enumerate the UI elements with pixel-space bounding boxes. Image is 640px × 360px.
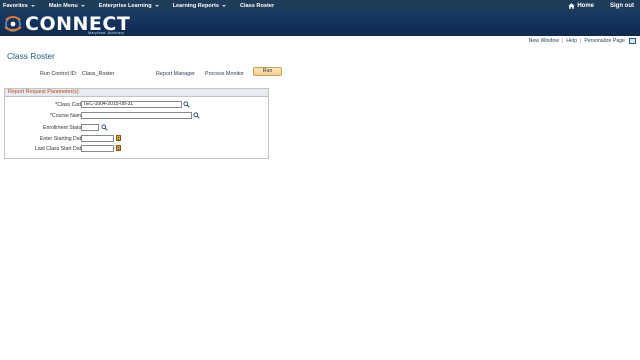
course-name-input[interactable]: [81, 112, 192, 119]
lookup-icon[interactable]: [101, 124, 108, 131]
chevron-down-icon: [154, 4, 159, 7]
home-icon: [568, 2, 576, 9]
groupbox-title: Report Request Parameter(s): [5, 89, 268, 97]
new-window-link[interactable]: New Window: [529, 38, 559, 44]
nav-main-menu-label: Main Menu: [48, 2, 78, 9]
chevron-down-icon: [80, 4, 85, 7]
link-separator: |: [561, 38, 564, 44]
nav-enterprise-learning-label: Enterprise Learning: [98, 2, 152, 9]
class-code-input[interactable]: TEC-1004-2015-08-31: [81, 101, 182, 108]
nav-class-roster[interactable]: Class Roster: [240, 3, 274, 9]
home-label: Home: [577, 2, 594, 9]
link-separator: |: [579, 38, 582, 44]
process-monitor-link[interactable]: Process Monitor: [205, 71, 244, 77]
page-title: Class Roster: [7, 51, 55, 61]
home-link[interactable]: Home: [568, 3, 594, 9]
nav-enterprise-learning[interactable]: Enterprise Learning: [99, 3, 159, 9]
last-class-start-date-label: Last Class Start Date: [34, 146, 84, 152]
signout-link[interactable]: Sign out: [610, 3, 634, 9]
run-button[interactable]: Run: [253, 67, 282, 76]
customize-icon[interactable]: [629, 38, 636, 44]
personalize-page-link[interactable]: Personalize Page: [584, 38, 625, 44]
chevron-down-icon: [221, 4, 226, 7]
class-code-row: *Class Code TEC-1004-2015-08-31: [5, 101, 270, 110]
calendar-icon[interactable]: [116, 135, 121, 141]
top-nav-bar: Favorites Main Menu Enterprise Learning …: [0, 0, 640, 11]
help-link[interactable]: Help: [566, 38, 577, 44]
course-name-label: *Course Name: [49, 113, 84, 119]
nav-favorites-label: Favorites: [3, 2, 28, 9]
report-parameters-groupbox: Report Request Parameter(s) *Class Code …: [4, 88, 269, 159]
start-date-row: Enter Starting Date: [5, 135, 270, 144]
last-class-start-date-row: Last Class Start Date: [5, 145, 270, 154]
course-name-row: *Course Name: [5, 112, 270, 121]
chevron-down-icon: [30, 4, 35, 7]
run-control-row: Run Control ID: Class_Roster Report Mana…: [40, 71, 340, 79]
enrollment-status-label: Enrollment Status: [43, 125, 84, 131]
class-code-label: *Class Code: [55, 102, 84, 108]
nav-learning-reports[interactable]: Learning Reports: [173, 3, 226, 9]
brand-tagline: Maryland Judiciary: [88, 31, 125, 35]
start-date-label: Enter Starting Date: [39, 136, 84, 142]
start-date-input[interactable]: [81, 135, 114, 142]
last-class-start-date-input[interactable]: [81, 145, 114, 152]
top-nav-right: Home Sign out: [568, 0, 634, 11]
run-control-label: Run Control ID:: [40, 71, 78, 77]
lookup-icon[interactable]: [193, 112, 200, 119]
branding-header: CONNECT Maryland Judiciary: [0, 11, 640, 36]
run-control-value: Class_Roster: [82, 71, 115, 77]
connect-logo: CONNECT Maryland Judiciary: [2, 13, 130, 35]
report-manager-link[interactable]: Report Manager: [156, 71, 195, 77]
nav-learning-reports-label: Learning Reports: [172, 2, 219, 9]
enrollment-status-row: Enrollment Status: [5, 124, 270, 133]
nav-favorites[interactable]: Favorites: [3, 3, 35, 9]
nav-main-menu[interactable]: Main Menu: [49, 3, 85, 9]
page-utility-links: New Window | Help | Personalize Page: [529, 38, 636, 44]
nav-class-roster-label: Class Roster: [239, 2, 275, 9]
enrollment-status-input[interactable]: [81, 124, 99, 131]
logo-emblem-icon: [4, 16, 22, 32]
calendar-icon[interactable]: [116, 145, 121, 151]
lookup-icon[interactable]: [183, 101, 190, 108]
